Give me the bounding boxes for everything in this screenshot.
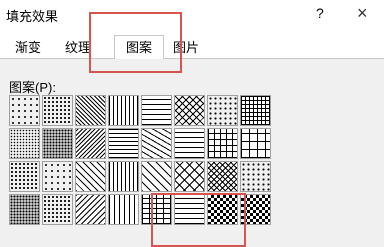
tab-gradient[interactable]: 渐变 [8, 38, 48, 58]
pattern-swatch-dots-medium[interactable] [42, 95, 73, 126]
highlight-box-tab [89, 12, 182, 73]
pattern-swatch-dots-sparse[interactable] [42, 161, 73, 192]
pattern-swatch-diag-down[interactable] [75, 161, 106, 192]
pattern-swatch-vertical-lines[interactable] [108, 95, 139, 126]
pattern-swatch-wave-h[interactable] [174, 128, 205, 159]
pattern-swatch-vertical-dash[interactable] [108, 194, 139, 225]
pattern-label: 图案(P): [9, 80, 56, 95]
pattern-swatch-dots-sparse[interactable] [9, 95, 40, 126]
pattern-swatch-grid-small[interactable] [207, 161, 238, 192]
highlight-box-patterns [151, 193, 246, 247]
pattern-swatch-diag-up[interactable] [75, 194, 106, 225]
pattern-swatch-diag-up-dense[interactable] [75, 128, 106, 159]
window-title: 填充效果 [6, 9, 59, 24]
pattern-swatch-zigzag-h[interactable] [174, 95, 205, 126]
pattern-swatch-diag-down-thin[interactable] [141, 161, 172, 192]
pattern-swatch-dots-medium[interactable] [42, 194, 73, 225]
pattern-swatch-dots-grid[interactable] [240, 161, 271, 192]
pattern-swatch-dots-dense[interactable] [9, 194, 40, 225]
pattern-swatch-diag-dash[interactable] [141, 128, 172, 159]
help-button[interactable]: ? [316, 5, 324, 21]
pattern-swatch-diamond[interactable] [174, 161, 205, 192]
pattern-swatch-grid-fine[interactable] [240, 95, 271, 126]
pattern-swatch-dots-grid[interactable] [207, 95, 238, 126]
title-bar: 填充效果 ? × [0, 0, 384, 28]
pattern-swatch-vertical-lines[interactable] [108, 161, 139, 192]
close-button[interactable]: × [357, 3, 368, 24]
pattern-swatch-horizontal-lines[interactable] [108, 128, 139, 159]
pattern-swatch-diag-down-dense[interactable] [75, 95, 106, 126]
pattern-swatch-dots-fine[interactable] [9, 128, 40, 159]
pattern-swatch-grid-large[interactable] [240, 128, 271, 159]
pattern-swatch-grid-medium[interactable] [207, 128, 238, 159]
pattern-swatch-dots-medium[interactable] [9, 161, 40, 192]
pattern-swatch-dots-dense[interactable] [42, 128, 73, 159]
pattern-swatch-wave-h[interactable] [141, 95, 172, 126]
